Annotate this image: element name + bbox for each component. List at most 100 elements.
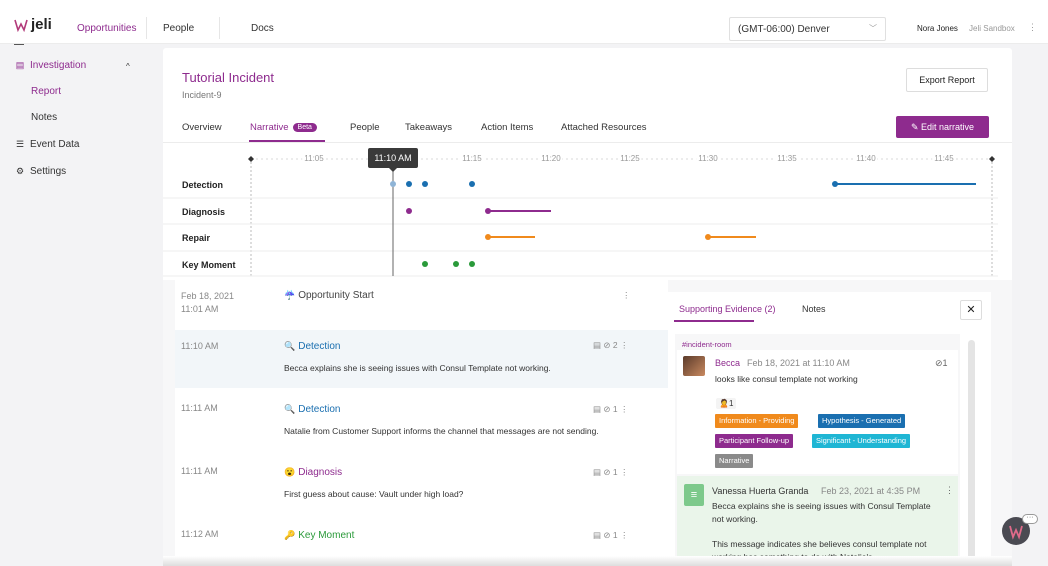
nav-divider [219,17,220,39]
evidence-count[interactable]: ▤ ⊘ 2 ⋮ [593,340,629,351]
reaction-count: 1 [728,399,734,408]
event-detection[interactable] [406,181,412,187]
evidence-count[interactable]: ▤ ⊘ 1 ⋮ [593,467,629,478]
event-diagnosis[interactable] [406,208,412,214]
sidebar-item-investigation[interactable]: ▤ Investigation [14,60,86,71]
timeline-tick: 11:30 [696,154,720,163]
evidence-scrollbar[interactable] [968,340,975,562]
message-date: Feb 18, 2021 at 11:10 AM [747,358,850,368]
sidebar-item-event-data[interactable]: ☰ Event Data [14,139,80,150]
entry-heading[interactable]: 🔑 Key Moment [284,530,354,541]
sidebar: ▤ Investigation ^ Report Notes ☰ Event D… [0,44,162,566]
entry-heading[interactable]: 🔍 Detection [284,404,340,415]
tag-chip[interactable]: Participant Follow-up [715,434,794,448]
evidence-panel: Supporting Evidence (2) Notes ✕ #inciden… [668,292,991,566]
sidebar-item-report[interactable]: Report [31,86,61,97]
person-icon: 🙎 [719,399,729,408]
sidebar-item-notes[interactable]: Notes [31,112,57,123]
magnifier-icon: 🔍 [284,341,296,351]
nav-divider [146,17,147,39]
kebab-menu-icon[interactable]: ⋮ [1028,22,1037,33]
narrative-list: Feb 18, 2021 11:01 AM ☔ Opportunity Start … [175,280,668,566]
magnifier-icon: 🔍 [284,404,296,414]
tag-chip[interactable]: Hypothesis - Generated [818,414,906,428]
timezone-select[interactable]: (GMT-06:00) Denver ﹀ [729,17,886,41]
entry-date: Feb 18, 2021 [181,291,235,301]
evidence-icon: ▤ ⊘ [593,530,613,540]
tag-chip[interactable]: Information - Providing [715,414,799,428]
list-item[interactable]: 11:11 AM 😮 Diagnosis First guess about ca… [175,455,668,515]
list-item[interactable]: 11:10 AM 🔍 Detection Becca explains she i… [175,330,668,388]
entry-type: Detection [298,341,341,352]
surprised-face-icon: 😮 [284,467,296,477]
reaction-badge[interactable]: 🙎1 [716,398,737,409]
clipboard-icon: ▤ [15,60,25,70]
timeline-row-diagnosis: Diagnosis [182,207,226,217]
evidence-count[interactable]: ▤ ⊘ 1 ⋮ [593,404,629,415]
timeline-tick: 11:40 [854,154,878,163]
close-icon[interactable]: ✕ [960,300,982,320]
user-name[interactable]: Nora Jones [917,24,958,33]
chevron-down-icon: ﹀ [869,24,877,33]
timeline-cursor-tooltip: 11:10 AM [368,148,418,172]
message-author[interactable]: Becca [715,358,740,368]
org-name[interactable]: Jeli Sandbox [969,24,1015,33]
evidence-icon: ▤ ⊘ [593,467,613,477]
timeline-svg [163,156,998,277]
kebab-menu-icon[interactable]: ⋮ [945,485,954,496]
sidebar-item-label: Settings [30,166,67,177]
link-number: 1 [942,358,948,368]
timeline-tick: 11:35 [775,154,799,163]
event-detection[interactable] [422,181,428,187]
evidence-icon: ▤ ⊘ [593,340,613,350]
nav-people[interactable]: People [163,23,194,34]
event-detection[interactable] [469,181,475,187]
entry-type: Key Moment [298,530,355,541]
gear-icon: ⚙ [15,166,25,176]
timeline-tick: 11:15 [460,154,484,163]
event-key-moment[interactable] [422,261,428,267]
event-key-moment[interactable] [453,261,459,267]
link-count[interactable]: ⊘1 [935,358,948,369]
tag-chip[interactable]: Significant - Understanding [812,434,911,448]
tab-supporting-evidence[interactable]: Supporting Evidence (2) [679,304,776,314]
umbrella-icon: ☔ [284,290,296,300]
timeline-row-key-moment: Key Moment [182,260,236,270]
link-icon: ⊘ [935,358,943,368]
evidence-note[interactable]: ≡ Vanessa Huerta Granda Feb 23, 2021 at … [677,476,958,566]
evidence-number: 1 [612,404,618,414]
timeline-tick: 11:05 [302,154,326,163]
channel-name[interactable]: #incident-room [682,340,732,349]
entry-heading[interactable]: 🔍 Detection [284,341,340,352]
evidence-count[interactable]: ▤ ⊘ 1 ⋮ [593,530,629,541]
bottom-edge [163,556,1012,566]
entry-kebab-icon[interactable]: ⋮ [622,290,631,301]
note-author[interactable]: Vanessa Huerta Granda [712,486,808,496]
avatar [683,356,705,376]
event-key-moment[interactable] [469,261,475,267]
document-icon: ≡ [684,484,704,506]
entry-clock: 11:01 AM [181,304,219,314]
active-tab-indicator [674,320,754,322]
note-date: Feb 23, 2021 at 4:35 PM [821,486,921,496]
chevron-up-icon[interactable]: ^ [126,62,130,71]
list-item[interactable]: 11:11 AM 🔍 Detection Natalie from Custome… [175,392,668,452]
timeline-tick: 11:45 [932,154,956,163]
timezone-value: (GMT-06:00) Denver [738,24,830,35]
sidebar-item-label: Event Data [30,139,80,150]
entry-time: Feb 18, 2021 11:01 AM [181,290,234,316]
evidence-message[interactable]: Becca Feb 18, 2021 at 11:10 AM ⊘1 looks … [677,350,958,474]
tab-evidence-notes[interactable]: Notes [802,304,826,314]
nav-opportunities[interactable]: Opportunities [77,23,136,34]
entry-text: Becca explains she is seeing issues with… [284,363,551,373]
jeli-logo[interactable]: jeli [14,16,52,33]
sidebar-item-settings[interactable]: ⚙ Settings [14,166,66,177]
nav-docs[interactable]: Docs [251,23,274,34]
event-detection[interactable] [390,181,396,187]
list-item[interactable]: Feb 18, 2021 11:01 AM ☔ Opportunity Start … [175,280,668,330]
evidence-number: 1 [612,530,618,540]
timeline-row-detection: Detection [182,180,224,190]
entry-heading[interactable]: 😮 Diagnosis [284,467,342,478]
tag-chip[interactable]: Narrative [715,454,754,468]
entry-time: 11:11 AM [181,466,218,476]
